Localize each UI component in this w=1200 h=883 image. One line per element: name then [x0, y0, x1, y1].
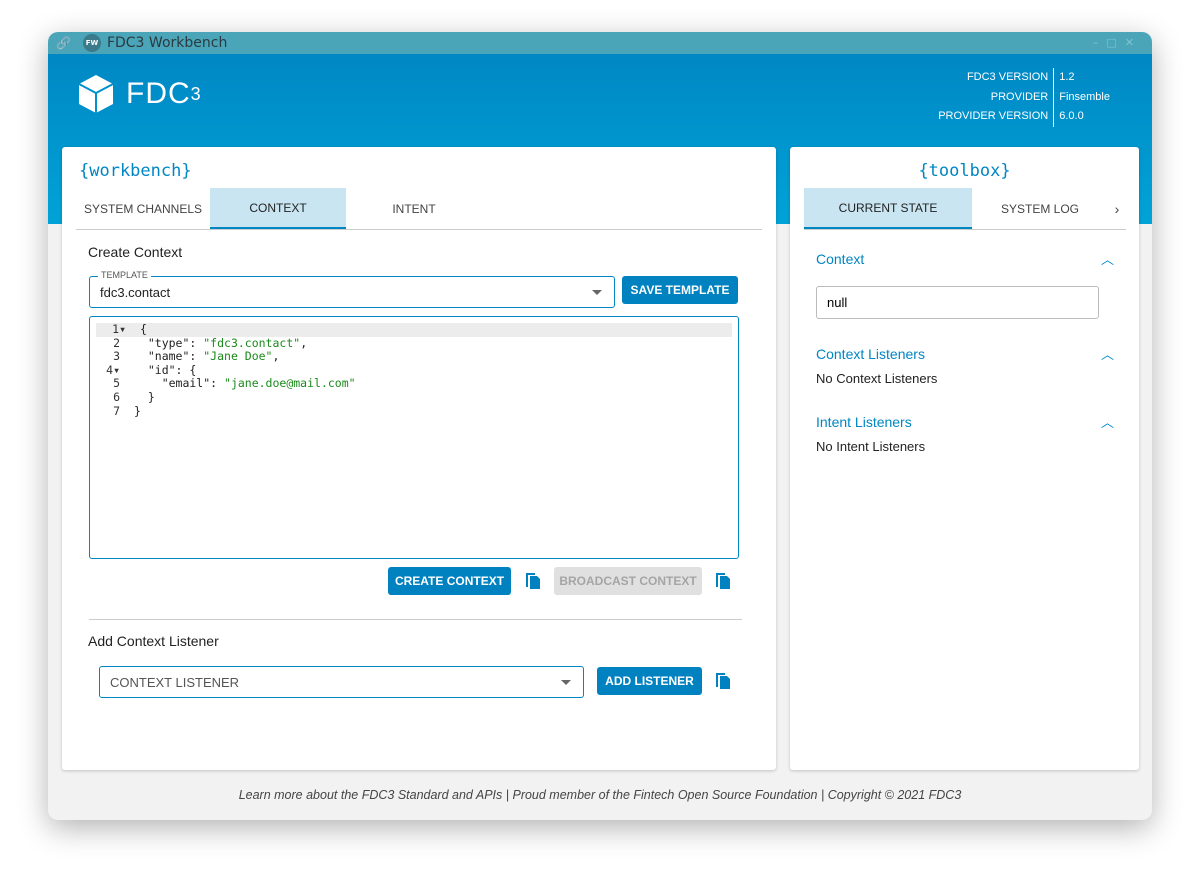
code-line: 4▾ "id": { — [90, 362, 738, 378]
code-text: { — [140, 322, 147, 336]
window-title: FDC3 Workbench — [106, 35, 228, 51]
line-number: 5 — [113, 376, 120, 391]
add-listener-button[interactable]: ADD LISTENER — [597, 667, 702, 695]
close-icon[interactable]: ✕ — [1125, 36, 1142, 49]
tab-intent[interactable]: INTENT — [346, 188, 482, 229]
line-number: 4▾ — [106, 362, 120, 377]
code-line: 3 "name": "Jane Doe", — [90, 349, 738, 364]
copy-icon[interactable] — [715, 672, 731, 690]
copy-icon[interactable] — [525, 572, 541, 590]
line-number: 2 — [113, 335, 120, 350]
workbench-tabs: SYSTEM CHANNELS CONTEXT INTENT — [76, 188, 762, 230]
context-listeners-text: No Context Listeners — [816, 371, 938, 386]
fdc3-logo: FDC 3 — [78, 74, 202, 114]
broadcast-context-button[interactable]: BROADCAST CONTEXT — [554, 567, 702, 595]
context-section-heading[interactable]: Context ︿ — [816, 251, 1114, 267]
context-value-field[interactable]: null — [816, 286, 1099, 319]
code-text: } — [134, 403, 141, 418]
code-text: "email": "jane.doe@mail.com" — [134, 376, 356, 391]
cube-icon — [78, 75, 114, 113]
divider — [89, 619, 742, 620]
chevron-right-icon[interactable]: › — [1108, 188, 1126, 229]
link-icon[interactable]: 🔗 — [56, 36, 71, 50]
toolbox-title: {toolbox} — [918, 161, 1011, 181]
version-info: FDC3 VERSION PROVIDER PROVIDER VERSION 1.2… — [938, 68, 1110, 127]
toolbox-panel: {toolbox} CURRENT STATE SYSTEM LOG › Con… — [790, 147, 1139, 770]
context-json-editor[interactable]: 1▾{2 "type": "fdc3.contact", 3 "name": "J… — [89, 316, 739, 559]
code-line: 6 } — [90, 389, 738, 405]
toolbox-tabs: CURRENT STATE SYSTEM LOG › — [804, 188, 1126, 230]
tab-system-channels[interactable]: SYSTEM CHANNELS — [76, 188, 210, 229]
tab-current-state[interactable]: CURRENT STATE — [804, 188, 972, 229]
chevron-up-icon[interactable]: ︿ — [1101, 249, 1114, 268]
code-line: 2 "type": "fdc3.contact", — [90, 335, 738, 351]
line-number: 1▾ — [112, 322, 126, 336]
app-window: 🔗 FW FDC3 Workbench –□✕ FDC 3 FDC3 VERSIO… — [48, 32, 1152, 820]
maximize-icon[interactable]: □ — [1106, 36, 1124, 49]
context-listener-select[interactable]: CONTEXT LISTENER — [99, 666, 584, 698]
create-context-button[interactable]: CREATE CONTEXT — [388, 567, 511, 595]
template-select[interactable]: TEMPLATE fdc3.contact — [89, 270, 615, 308]
create-context-heading: Create Context — [88, 244, 183, 260]
workbench-panel: {workbench} SYSTEM CHANNELS CONTEXT INTE… — [62, 147, 776, 770]
code-text: } — [134, 389, 155, 404]
line-number: 3 — [113, 349, 120, 364]
code-line: 7 } — [90, 403, 738, 419]
intent-listeners-heading[interactable]: Intent Listeners ︿ — [816, 414, 1114, 430]
workbench-title: {workbench} — [79, 161, 192, 181]
line-number: 6 — [113, 389, 120, 404]
chevron-down-icon — [561, 680, 571, 690]
intent-listeners-text: No Intent Listeners — [816, 439, 926, 454]
code-line: 5 "email": "jane.doe@mail.com" — [90, 377, 738, 391]
add-listener-heading: Add Context Listener — [88, 633, 219, 649]
title-bar: 🔗 FW FDC3 Workbench –□✕ — [48, 32, 1152, 54]
save-template-button[interactable]: SAVE TEMPLATE — [622, 276, 738, 304]
footer: Learn more about the FDC3 Standard and A… — [238, 788, 962, 802]
code-text: "name": "Jane Doe", — [134, 349, 280, 364]
line-number: 7 — [113, 403, 120, 418]
code-text: "id": { — [134, 362, 197, 377]
code-text: "type": "fdc3.contact", — [134, 335, 308, 350]
chevron-up-icon[interactable]: ︿ — [1101, 412, 1114, 431]
context-listeners-heading[interactable]: Context Listeners ︿ — [816, 346, 1114, 362]
copy-icon[interactable] — [715, 572, 731, 590]
code-line: 1▾ { — [96, 322, 732, 337]
chevron-down-icon — [592, 290, 602, 300]
chevron-up-icon[interactable]: ︿ — [1101, 344, 1114, 363]
app-badge: FW — [82, 34, 101, 52]
tab-system-log[interactable]: SYSTEM LOG — [972, 188, 1108, 229]
tab-context[interactable]: CONTEXT — [210, 188, 346, 229]
minimize-icon[interactable]: – — [1093, 36, 1107, 49]
